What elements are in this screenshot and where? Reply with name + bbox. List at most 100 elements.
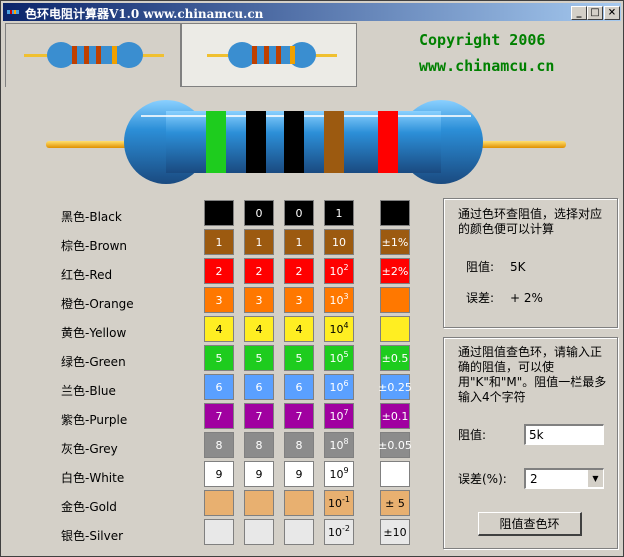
band2-cell-text: 9 [255, 467, 263, 481]
band3-cell[interactable]: 5 [284, 345, 314, 371]
tolerance-cell[interactable]: ±10 [380, 519, 410, 545]
multiplier-base: 10 [329, 322, 344, 336]
multiplier-cell[interactable]: 1 [324, 200, 354, 226]
band3-cell[interactable]: 6 [284, 374, 314, 400]
band1-cell[interactable]: 5 [204, 345, 234, 371]
maximize-button[interactable]: □ [587, 6, 603, 20]
band3-cell[interactable]: 7 [284, 403, 314, 429]
band2-cell[interactable]: 0 [244, 200, 274, 226]
minimize-button[interactable]: _ [571, 6, 587, 20]
multiplier-cell[interactable]: 10 8 [324, 432, 354, 458]
tolerance-cell-text: ±0.05 [378, 438, 412, 452]
lookup-colors-button[interactable]: 阻值查色环 [478, 512, 582, 536]
band2-cell[interactable] [244, 490, 274, 516]
multiplier-cell[interactable]: 10 6 [324, 374, 354, 400]
band2-cell[interactable]: 7 [244, 403, 274, 429]
band3-cell[interactable]: 8 [284, 432, 314, 458]
tolerance-cell[interactable]: ±0.25 [378, 374, 412, 400]
color-label: 金色-Gold [61, 500, 117, 514]
band1-cell[interactable]: 4 [204, 316, 234, 342]
band1-cell[interactable] [204, 200, 234, 226]
dropdown-arrow-icon[interactable]: ▼ [587, 470, 603, 487]
band3-cell[interactable]: 9 [284, 461, 314, 487]
resistance-input-label: 阻值: [458, 428, 487, 442]
band1-cell[interactable] [204, 519, 234, 545]
resistor-display [41, 93, 571, 191]
tolerance-cell[interactable]: ±0.05 [378, 432, 412, 458]
band2-cell[interactable]: 5 [244, 345, 274, 371]
color-label: 橙色-Orange [61, 297, 134, 311]
multiplier-cell[interactable]: 10 [324, 229, 354, 255]
band1-cell-text: 4 [215, 322, 223, 336]
band1-cell[interactable] [204, 490, 234, 516]
multiplier-cell[interactable]: 10 9 [324, 461, 354, 487]
band-1 [206, 111, 226, 173]
band2-cell[interactable]: 3 [244, 287, 274, 313]
band2-cell[interactable]: 2 [244, 258, 274, 284]
band1-cell[interactable]: 1 [204, 229, 234, 255]
band2-cell[interactable]: 9 [244, 461, 274, 487]
multiplier-base: 10 [332, 235, 346, 249]
multiplier-cell[interactable]: 10 2 [324, 258, 354, 284]
multiplier-base: 10 [328, 525, 342, 539]
multiplier-cell[interactable]: 10 4 [324, 316, 354, 342]
tab-value-to-color[interactable] [181, 23, 357, 87]
tolerance-cell[interactable]: ± 5 [380, 490, 410, 516]
band1-cell[interactable]: 3 [204, 287, 234, 313]
color-label: 红色-Red [61, 268, 113, 282]
multiplier-base: 10 [329, 293, 344, 307]
app-icon [7, 10, 19, 14]
band3-cell[interactable]: 1 [284, 229, 314, 255]
band3-cell[interactable] [284, 519, 314, 545]
close-button[interactable]: × [604, 6, 620, 20]
tolerance-select[interactable]: 2 ▼ [524, 468, 604, 489]
band2-cell-text: 8 [255, 438, 263, 452]
band1-cell[interactable]: 2 [204, 258, 234, 284]
tolerance-cell-text: ±1% [381, 235, 409, 249]
band3-cell[interactable] [284, 490, 314, 516]
multiplier-exponent: 8 [343, 436, 349, 446]
band3-cell[interactable]: 2 [284, 258, 314, 284]
multiplier-exponent: 5 [343, 349, 349, 359]
multiplier-cell[interactable]: 10 3 [324, 287, 354, 313]
tolerance-cell[interactable]: ±0.5 [380, 345, 410, 371]
tolerance-cell[interactable]: ±0.1 [380, 403, 410, 429]
band2-cell[interactable]: 6 [244, 374, 274, 400]
band3-cell[interactable]: 0 [284, 200, 314, 226]
multiplier-exponent: -1 [342, 494, 350, 504]
tolerance-cell-text: ±0.5 [381, 351, 409, 365]
band2-cell-text: 0 [255, 206, 263, 220]
multiplier-base: 10 [329, 409, 344, 423]
multiplier-cell[interactable]: 10 -2 [324, 519, 354, 545]
tolerance-cell[interactable] [380, 287, 410, 313]
multiplier-exponent: 7 [343, 407, 349, 417]
multiplier-cell[interactable]: 10 7 [324, 403, 354, 429]
resistance-input[interactable]: 5k [524, 424, 604, 445]
color-label: 黑色-Black [61, 210, 122, 224]
band1-cell[interactable]: 7 [204, 403, 234, 429]
resistor-thumb-icon [207, 42, 337, 68]
panel2-description: 通过阻值查色环，请输入正确的阻值，可以使用"K"和"M"。阻值一栏最多输入4个字… [458, 345, 607, 404]
multiplier-cell[interactable]: 10 -1 [324, 490, 354, 516]
resistor-thumb-icon [24, 42, 164, 68]
tab-color-to-value[interactable] [5, 23, 181, 87]
tolerance-cell[interactable]: ±2% [380, 258, 410, 284]
tolerance-cell[interactable] [380, 461, 410, 487]
band2-cell[interactable] [244, 519, 274, 545]
tolerance-cell[interactable] [380, 200, 410, 226]
multiplier-exponent: 9 [343, 465, 349, 475]
multiplier-cell[interactable]: 10 5 [324, 345, 354, 371]
band1-cell[interactable]: 6 [204, 374, 234, 400]
band1-cell[interactable]: 9 [204, 461, 234, 487]
color-label: 棕色-Brown [61, 239, 127, 253]
band2-cell[interactable]: 1 [244, 229, 274, 255]
band2-cell[interactable]: 8 [244, 432, 274, 458]
band3-cell[interactable]: 4 [284, 316, 314, 342]
tolerance-cell[interactable]: ±1% [380, 229, 410, 255]
band-5 [378, 111, 398, 173]
band3-cell[interactable]: 3 [284, 287, 314, 313]
band1-cell[interactable]: 8 [204, 432, 234, 458]
band2-cell[interactable]: 4 [244, 316, 274, 342]
tolerance-cell[interactable] [380, 316, 410, 342]
resistance-value: 5K [510, 260, 526, 274]
